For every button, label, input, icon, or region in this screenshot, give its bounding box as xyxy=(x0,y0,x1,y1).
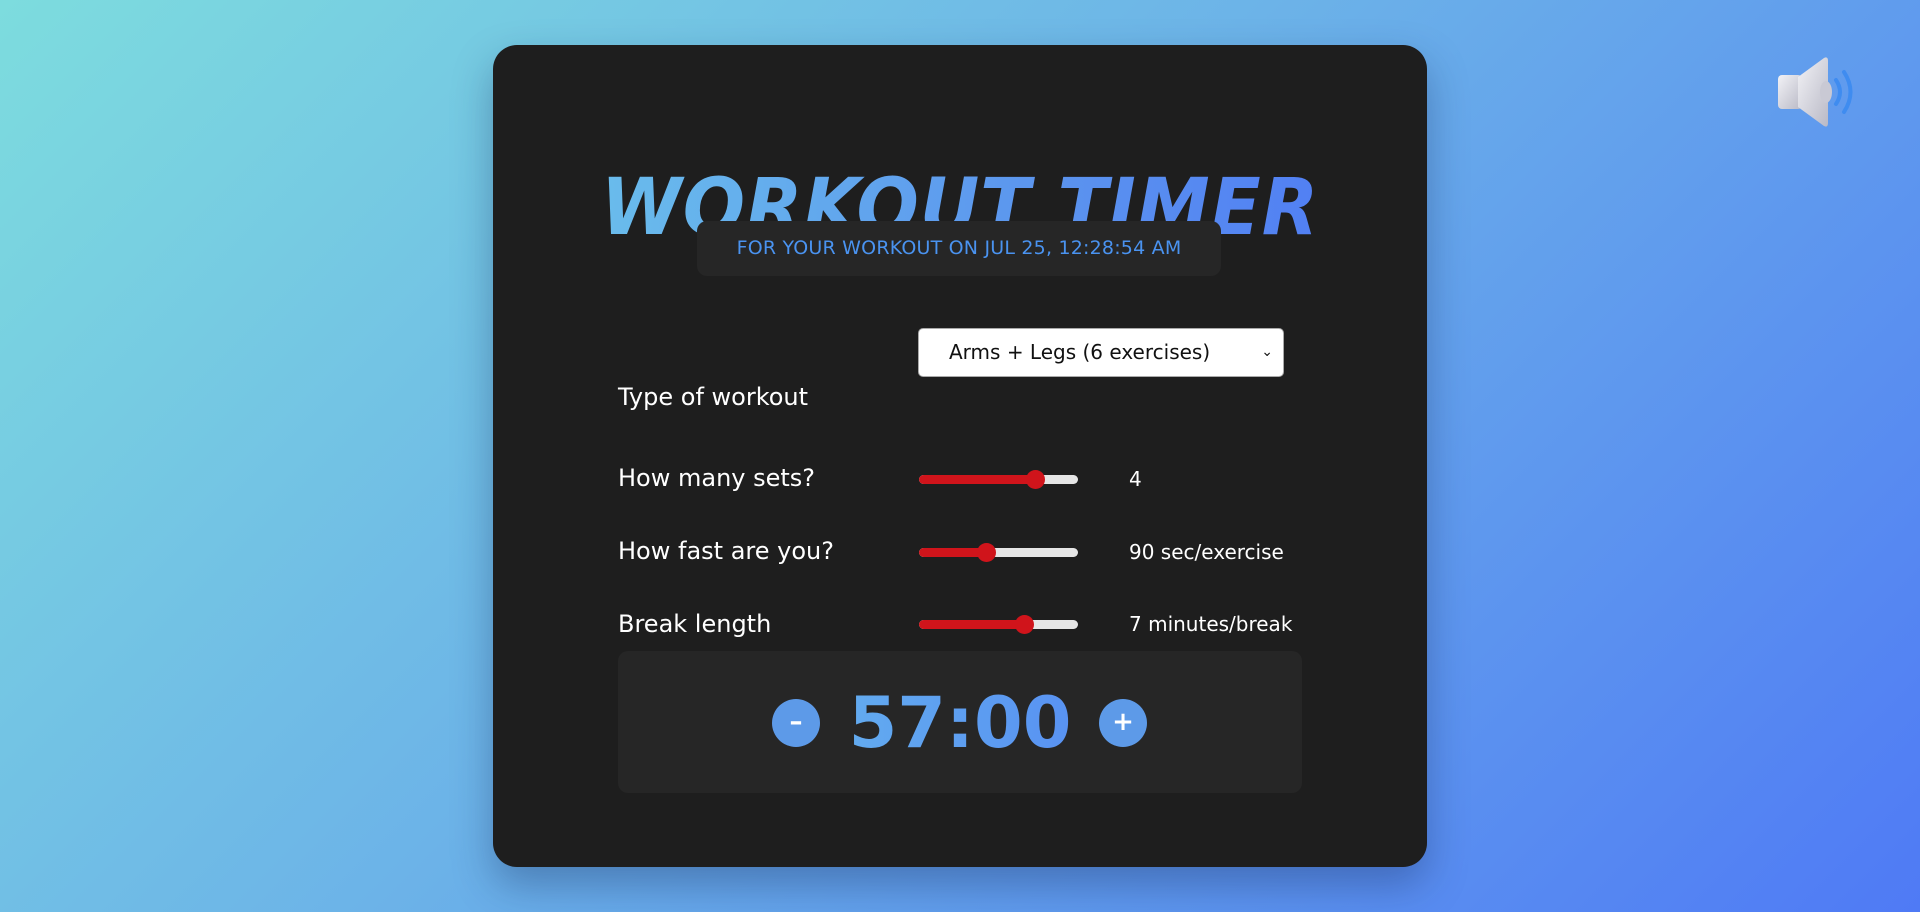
speed-slider-fill xyxy=(919,548,986,557)
decrease-time-button[interactable]: – xyxy=(772,699,820,747)
workout-type-selected-value: Arms + Legs (6 exercises) xyxy=(949,340,1211,364)
timer-panel: 57:00 – + xyxy=(618,651,1302,793)
speed-label: How fast are you? xyxy=(618,537,834,565)
speed-value: 90 sec/exercise xyxy=(1129,540,1284,564)
sets-slider-thumb[interactable] xyxy=(1026,470,1046,489)
increase-time-button[interactable]: + xyxy=(1099,699,1147,747)
sets-slider[interactable] xyxy=(919,470,1078,489)
workout-type-label: Type of workout xyxy=(618,383,809,411)
speed-slider-thumb[interactable] xyxy=(976,543,996,562)
break-length-slider-fill xyxy=(919,620,1024,629)
sets-slider-fill xyxy=(919,475,1036,484)
sets-label: How many sets? xyxy=(618,464,816,492)
timer-display: 57:00 xyxy=(618,681,1302,765)
workout-card: WORKOUT TIMER FOR YOUR WORKOUT ON JUL 25… xyxy=(493,45,1427,867)
workout-date-banner: FOR YOUR WORKOUT ON JUL 25, 12:28:54 AM xyxy=(697,221,1221,276)
speed-slider[interactable] xyxy=(919,543,1078,562)
workout-type-select[interactable]: Arms + Legs (6 exercises) ⌄ xyxy=(918,328,1284,377)
speaker-volume-icon[interactable] xyxy=(1776,55,1866,130)
break-length-slider[interactable] xyxy=(919,615,1078,634)
chevron-down-icon: ⌄ xyxy=(1261,344,1273,360)
break-length-slider-thumb[interactable] xyxy=(1014,615,1034,634)
sets-value: 4 xyxy=(1129,467,1142,491)
break-length-label: Break length xyxy=(618,610,772,638)
break-length-value: 7 minutes/break xyxy=(1129,612,1293,636)
